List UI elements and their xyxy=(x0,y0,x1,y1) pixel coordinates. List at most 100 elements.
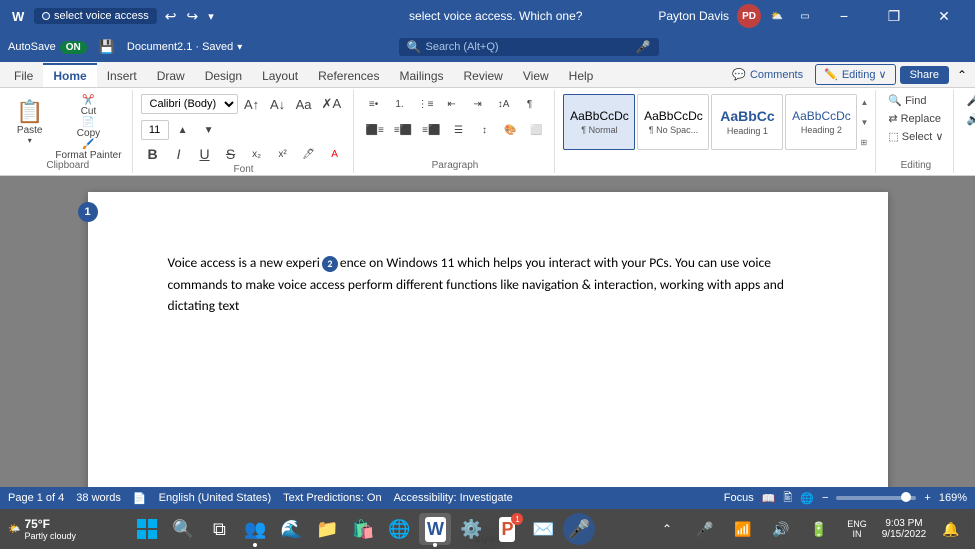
tab-layout[interactable]: Layout xyxy=(252,63,308,87)
language-tray[interactable]: ENG IN xyxy=(841,513,873,545)
tab-home[interactable]: Home xyxy=(43,63,96,87)
tab-insert[interactable]: Insert xyxy=(97,63,147,87)
bold-button[interactable]: B xyxy=(141,144,165,164)
edge2-button[interactable]: 🌐 xyxy=(383,513,415,545)
bullets-button[interactable]: ≡• xyxy=(362,92,386,116)
superscript-button[interactable]: x² xyxy=(271,144,295,164)
zoom-level[interactable]: 169% xyxy=(939,492,967,504)
zoom-slider[interactable] xyxy=(836,496,916,500)
line-spacing-button[interactable]: ↕ xyxy=(472,118,496,142)
chevron-up-tray[interactable]: ⌃ xyxy=(651,513,683,545)
document-paragraph[interactable]: Voice access is a new experi2ence on Win… xyxy=(168,252,808,317)
restore-button[interactable]: ❐ xyxy=(871,0,917,32)
settings-taskbar-button[interactable]: ⚙️ xyxy=(455,513,487,545)
borders-button[interactable]: ⬜ xyxy=(524,118,548,142)
paste-button[interactable]: 📋 Paste ▾ xyxy=(10,92,49,152)
tab-design[interactable]: Design xyxy=(195,63,252,87)
cloud-icon[interactable]: ⛅ xyxy=(765,4,789,28)
volume-tray[interactable]: 🔊 xyxy=(765,513,797,545)
web-layout-icon[interactable]: 🌐 xyxy=(800,492,814,505)
user-avatar[interactable]: PD xyxy=(737,4,761,28)
accessibility-check[interactable]: Accessibility: Investigate xyxy=(394,492,513,504)
microphone-tray[interactable]: 🎤 xyxy=(689,513,721,545)
align-center-button[interactable]: ≡⬛ xyxy=(390,118,416,142)
editing-mode-button[interactable]: ✏️ Editing ∨ xyxy=(815,64,895,85)
microphone-icon[interactable]: 🎤 xyxy=(636,40,651,54)
font-family-select[interactable]: Calibri (Body) xyxy=(141,94,238,114)
styles-scroll-down[interactable]: ▼ xyxy=(859,117,869,128)
styles-expand[interactable]: ⊞ xyxy=(859,137,869,148)
task-view-button[interactable]: ⧉ xyxy=(203,513,235,545)
taskbar-search-button[interactable]: 🔍 xyxy=(167,513,199,545)
undo-button[interactable]: ↩ xyxy=(165,8,177,25)
quick-access-more[interactable]: ▾ xyxy=(208,10,214,23)
notification-tray[interactable]: 🔔 xyxy=(935,513,967,545)
align-left-button[interactable]: ⬛≡ xyxy=(362,118,388,142)
style-normal[interactable]: AaBbCcDc ¶ Normal xyxy=(563,94,635,150)
numbering-button[interactable]: 1. xyxy=(388,92,412,116)
zoom-in-button[interactable]: + xyxy=(924,492,930,504)
styles-scroll-up[interactable]: ▲ xyxy=(859,97,869,108)
change-case-button[interactable]: Aa xyxy=(292,92,316,116)
paste-chevron[interactable]: ▾ xyxy=(28,136,32,145)
voice-taskbar-button[interactable]: 🎤 xyxy=(563,513,595,545)
font-size-input[interactable] xyxy=(141,120,169,140)
dictate-button[interactable]: 🎤 Dictate xyxy=(962,92,975,109)
mail-button[interactable]: ✉️ xyxy=(527,513,559,545)
close-button[interactable]: ✕ xyxy=(921,0,967,32)
justify-button[interactable]: ☰ xyxy=(446,118,470,142)
edge-button[interactable]: 🌊 xyxy=(275,513,307,545)
find-button[interactable]: 🔍 Find xyxy=(884,92,947,109)
doc-name-chevron[interactable]: ▾ xyxy=(237,42,242,53)
minimize-button[interactable]: − xyxy=(821,0,867,32)
focus-button[interactable]: Focus xyxy=(724,492,754,504)
italic-button[interactable]: I xyxy=(167,144,191,164)
sort-button[interactable]: ↕A xyxy=(492,92,516,116)
tab-file[interactable]: File xyxy=(4,63,43,87)
style-nospace[interactable]: AaBbCcDc ¶ No Spac... xyxy=(637,94,709,150)
print-layout-icon[interactable]: 🖺 xyxy=(783,489,792,508)
tab-view[interactable]: View xyxy=(513,63,559,87)
clock-tray[interactable]: 9:03 PM 9/15/2022 xyxy=(879,513,929,545)
text-predictions[interactable]: Text Predictions: On xyxy=(283,492,381,504)
style-h2[interactable]: AaBbCcDc Heading 2 xyxy=(785,94,857,150)
tab-references[interactable]: References xyxy=(308,63,389,87)
teams-button[interactable]: 👥 xyxy=(239,513,271,545)
cut-button[interactable]: ✂️ Cut xyxy=(51,96,125,116)
network-tray[interactable]: 📶 xyxy=(727,513,759,545)
strikethrough-button[interactable]: S xyxy=(219,144,243,164)
format-painter-button[interactable]: 🖌️ Format Painter xyxy=(51,140,125,160)
font-shrink-button[interactable]: A↓ xyxy=(266,92,290,116)
tab-review[interactable]: Review xyxy=(454,63,513,87)
replace-button[interactable]: ⇄ Replace xyxy=(884,110,947,127)
read-aloud-button[interactable]: 🔊 Read Aloud xyxy=(962,111,975,128)
word-button[interactable]: W xyxy=(419,513,451,545)
decrease-indent-button[interactable]: ⇤ xyxy=(440,92,464,116)
comments-button[interactable]: 💬 Comments xyxy=(724,65,811,84)
store-button[interactable]: 🛍️ xyxy=(347,513,379,545)
font-grow-button[interactable]: A↑ xyxy=(240,92,264,116)
increase-indent-button[interactable]: ⇥ xyxy=(466,92,490,116)
show-paragraph-button[interactable]: ¶ xyxy=(518,92,542,116)
tab-mailings[interactable]: Mailings xyxy=(389,63,453,87)
start-button[interactable] xyxy=(131,513,163,545)
search-input[interactable] xyxy=(425,41,631,53)
shading-button[interactable]: 🎨 xyxy=(498,118,522,142)
ribbon-collapse-button[interactable]: ⌃ xyxy=(953,66,971,84)
select-button[interactable]: ⬚ Select ∨ xyxy=(884,128,947,145)
zoom-out-button[interactable]: − xyxy=(822,492,828,504)
text-highlight-button[interactable]: 🖊 xyxy=(297,144,321,164)
redo-button[interactable]: ↪ xyxy=(187,8,199,25)
underline-button[interactable]: U xyxy=(193,144,217,164)
ribbon-display-button[interactable]: ▭ xyxy=(793,4,817,28)
save-icon[interactable]: 💾 xyxy=(99,39,115,55)
align-right-button[interactable]: ≡⬛ xyxy=(418,118,444,142)
copy-button[interactable]: 📄 Copy xyxy=(51,118,125,138)
battery-tray[interactable]: 🔋 xyxy=(803,513,835,545)
font-size-up[interactable]: ▲ xyxy=(171,118,195,142)
powerpoint-button[interactable]: P 1 xyxy=(491,513,523,545)
multilevel-list-button[interactable]: ⋮≡ xyxy=(414,92,438,116)
autosave-toggle[interactable]: ON xyxy=(60,41,87,54)
document-area[interactable]: 1 Voice access is a new experi2ence on W… xyxy=(0,176,975,487)
read-mode-icon[interactable]: 📖 xyxy=(762,492,776,505)
